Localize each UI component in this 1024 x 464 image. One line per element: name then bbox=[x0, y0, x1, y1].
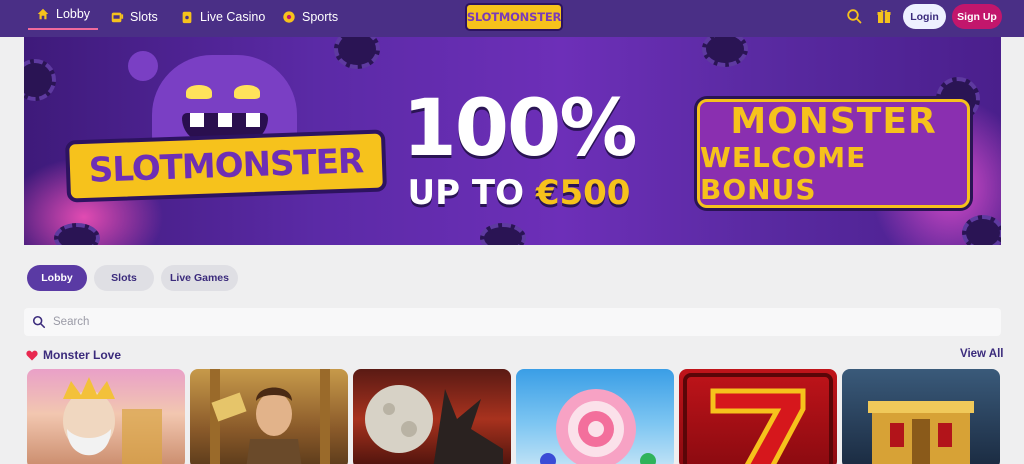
game-tile[interactable] bbox=[27, 369, 185, 464]
signup-button[interactable]: Sign Up bbox=[952, 4, 1002, 29]
login-button[interactable]: Login bbox=[903, 4, 946, 29]
casino-chip-decoration bbox=[962, 215, 1001, 245]
monster-eye-stalk bbox=[128, 51, 158, 81]
slot-machine-icon bbox=[111, 12, 124, 22]
bonus-line-1: MONSTER bbox=[730, 100, 937, 142]
banner-subline: UP TO €500 bbox=[379, 173, 659, 213]
casino-chip-decoration bbox=[54, 223, 100, 245]
game-thumbnail-moon-anubis bbox=[365, 385, 503, 464]
monster-tooth bbox=[246, 113, 260, 127]
ball-icon bbox=[283, 10, 295, 23]
heart-icon bbox=[26, 350, 38, 360]
nav-item-label: Lobby bbox=[56, 7, 91, 21]
card-icon bbox=[182, 11, 192, 23]
banner-brand-logo: SLOTMONSTER bbox=[65, 129, 387, 203]
casino-chip-decoration bbox=[24, 59, 56, 101]
nav-item-label: Live Casino bbox=[200, 9, 266, 24]
game-tile[interactable] bbox=[516, 369, 674, 464]
monster-eye bbox=[234, 85, 260, 99]
nav-item-label: Sports bbox=[302, 9, 339, 24]
casino-chip-decoration bbox=[334, 37, 380, 69]
nav-item-slots[interactable]: Slots bbox=[110, 0, 158, 33]
game-thumbnail-zeus bbox=[63, 377, 162, 464]
top-navigation-bar: Lobby Slots Live Casino Sports SLOTMONST… bbox=[0, 0, 1024, 37]
search-icon bbox=[32, 315, 46, 329]
monster-tooth bbox=[218, 113, 232, 127]
tab-live-games[interactable]: Live Games bbox=[161, 265, 238, 291]
view-all-link[interactable]: View All bbox=[960, 348, 1003, 360]
nav-item-lobby[interactable]: Lobby bbox=[28, 0, 99, 30]
game-thumbnail-sevens bbox=[683, 373, 833, 464]
welcome-bonus-badge: MONSTER WELCOME BONUS bbox=[697, 99, 970, 208]
banner-headline: 100% bbox=[402, 84, 638, 174]
game-tile[interactable] bbox=[679, 369, 837, 464]
monster-tooth bbox=[190, 113, 204, 127]
casino-chip-decoration bbox=[480, 223, 526, 245]
bonus-line-2: WELCOME BONUS bbox=[700, 140, 867, 206]
nav-item-sports[interactable]: Sports bbox=[282, 0, 338, 33]
banner-bonus-amount: €500 bbox=[535, 173, 631, 213]
promo-banner[interactable]: SLOTMONSTER 100% UP TO €500 MONSTER WELC… bbox=[24, 37, 1001, 245]
game-thumbnail-explorer bbox=[210, 369, 330, 464]
game-tile[interactable] bbox=[842, 369, 1000, 464]
game-thumbnail-egypt-temple bbox=[868, 401, 974, 464]
casino-chip-decoration bbox=[702, 37, 748, 67]
monster-eye bbox=[186, 85, 212, 99]
section-title-text: Monster Love bbox=[43, 348, 122, 362]
game-tile[interactable] bbox=[190, 369, 348, 464]
home-icon bbox=[37, 8, 49, 20]
search-icon[interactable] bbox=[846, 8, 862, 24]
tab-lobby[interactable]: Lobby bbox=[27, 265, 87, 291]
tab-slots[interactable]: Slots bbox=[94, 265, 154, 291]
nav-item-live-casino[interactable]: Live Casino bbox=[180, 0, 265, 33]
game-thumbnail-candy bbox=[540, 389, 656, 464]
banner-subline-prefix: UP TO bbox=[407, 173, 536, 213]
search-input[interactable] bbox=[53, 316, 953, 328]
game-tile[interactable] bbox=[353, 369, 511, 464]
section-heading: Monster Love bbox=[26, 348, 121, 362]
gift-icon[interactable] bbox=[876, 8, 892, 24]
site-logo[interactable]: SLOTMONSTER bbox=[465, 3, 563, 31]
banner-brand-text: SLOTMONSTER bbox=[88, 141, 364, 191]
nav-item-label: Slots bbox=[130, 9, 158, 24]
search-bar[interactable] bbox=[24, 308, 1001, 336]
site-logo-text: SLOTMONSTER bbox=[466, 10, 562, 24]
